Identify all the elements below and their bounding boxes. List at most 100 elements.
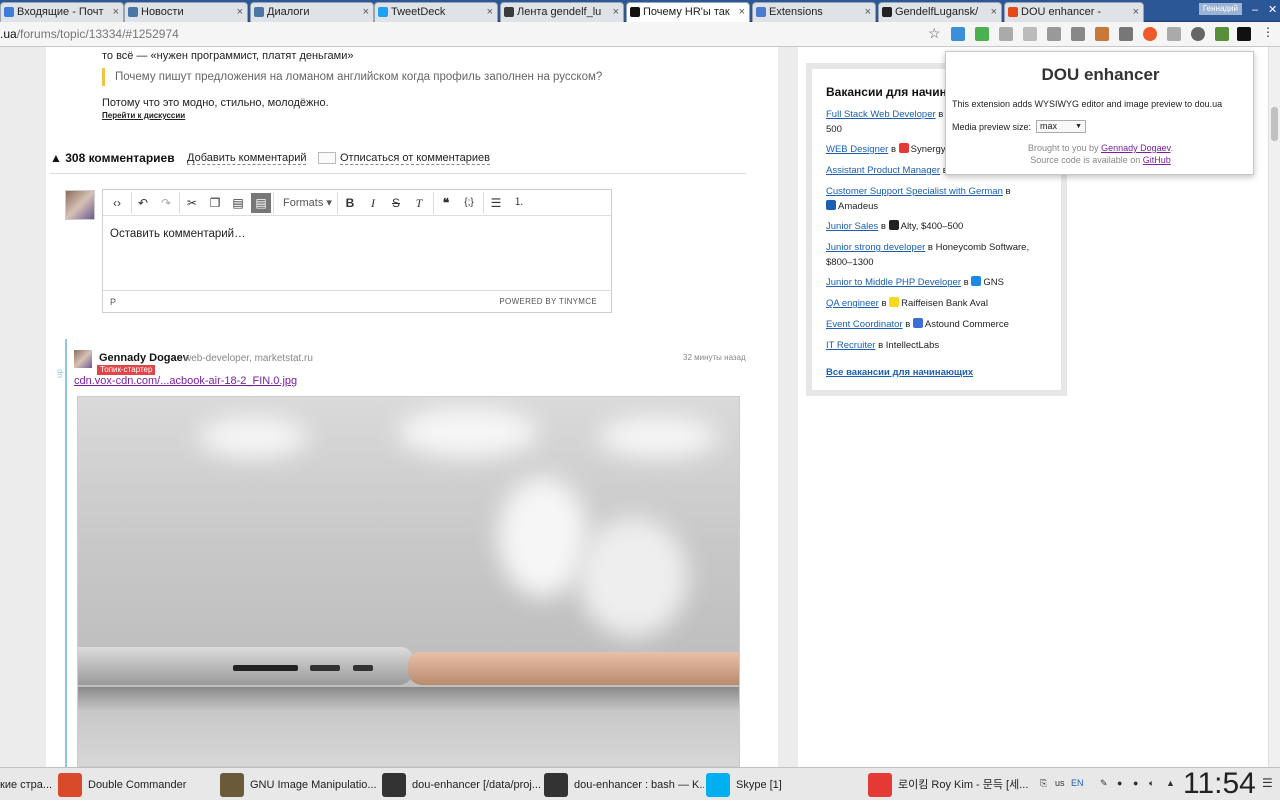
source-code-icon[interactable]: ‹› bbox=[107, 193, 127, 213]
tray-expand-icon[interactable]: ▲ bbox=[1166, 778, 1175, 788]
close-tab-icon[interactable]: × bbox=[237, 3, 243, 21]
comment-input[interactable]: Оставить комментарий… bbox=[110, 228, 246, 240]
close-tab-icon[interactable]: × bbox=[739, 3, 745, 21]
author-link[interactable]: Gennady Dogaev bbox=[1101, 143, 1170, 153]
copy-icon[interactable]: ❐ bbox=[205, 193, 225, 213]
image-preview[interactable] bbox=[77, 396, 740, 767]
browser-tab[interactable]: Диалоги × bbox=[250, 2, 374, 22]
menu-icon[interactable]: ⋮ bbox=[1262, 25, 1276, 39]
redo-icon[interactable]: ↷ bbox=[156, 193, 176, 213]
close-tab-icon[interactable]: × bbox=[613, 3, 619, 21]
keyboard-layout-indicator[interactable]: EN bbox=[1071, 778, 1084, 788]
to-discussion-link[interactable]: Перейти к дискуссии bbox=[102, 111, 185, 120]
extension-icon[interactable] bbox=[1095, 27, 1109, 41]
article-text: то всё — «нужен программист, платят день… bbox=[102, 50, 354, 62]
comment-time[interactable]: 32 минуты назад bbox=[683, 353, 746, 362]
extension-icon[interactable] bbox=[1191, 27, 1205, 41]
paste-as-text-icon[interactable]: ▤ bbox=[251, 193, 271, 213]
tab-label: TweetDeck bbox=[391, 6, 446, 18]
browser-tab[interactable]: Extensions × bbox=[752, 2, 876, 22]
clear-formatting-icon[interactable]: T bbox=[409, 193, 429, 213]
close-tab-icon[interactable]: × bbox=[487, 3, 493, 21]
browser-tab[interactable]: DOU enhancer - × bbox=[1004, 2, 1144, 22]
close-tab-icon[interactable]: × bbox=[1133, 3, 1139, 21]
job-title-link[interactable]: Junior strong developer bbox=[826, 242, 925, 253]
comments-count[interactable]: ▲ 308 комментариев bbox=[50, 151, 175, 165]
unsubscribe-link[interactable]: Отписаться от комментариев bbox=[340, 152, 490, 165]
strikethrough-icon[interactable]: S bbox=[386, 193, 406, 213]
taskbar-item[interactable]: 로이킴 Roy Kim - 문득 [세... bbox=[868, 771, 1028, 799]
job-title-link[interactable]: Full Stack Web Developer bbox=[826, 109, 936, 120]
extension-icon[interactable] bbox=[951, 27, 965, 41]
minimize-button[interactable]: – bbox=[1252, 0, 1258, 20]
taskbar-item[interactable]: dou-enhancer [/data/proj... bbox=[382, 771, 542, 799]
tray-app-icon[interactable]: ● bbox=[1133, 778, 1138, 788]
taskbar-item[interactable]: GNU Image Manipulatio... bbox=[220, 771, 380, 799]
powered-by[interactable]: POWERED BY TINYMCE bbox=[499, 297, 597, 306]
close-tab-icon[interactable]: × bbox=[991, 3, 997, 21]
job-title-link[interactable]: Junior Sales bbox=[826, 221, 878, 232]
paste-icon[interactable]: ▤ bbox=[228, 193, 248, 213]
job-title-link[interactable]: IT Recruiter bbox=[826, 340, 875, 351]
browser-tab[interactable]: GendelfLugansk/ × bbox=[878, 2, 1002, 22]
thread-side-label[interactable]: up bbox=[55, 369, 64, 378]
close-window-button[interactable]: ✕ bbox=[1268, 0, 1277, 20]
blockquote-icon[interactable]: ❝ bbox=[436, 193, 456, 213]
close-tab-icon[interactable]: × bbox=[865, 3, 871, 21]
close-tab-icon[interactable]: × bbox=[113, 3, 119, 21]
github-link[interactable]: GitHub bbox=[1143, 155, 1171, 165]
bookmark-star-icon[interactable]: ☆ bbox=[928, 25, 941, 42]
clipboard-icon[interactable]: ⎘ bbox=[1040, 778, 1047, 789]
media-size-select[interactable]: max ▼ bbox=[1036, 120, 1086, 133]
bold-icon[interactable]: B bbox=[340, 193, 360, 213]
extension-icon[interactable] bbox=[1167, 27, 1181, 41]
taskbar-item[interactable]: кие стра... bbox=[0, 771, 55, 799]
add-comment-link[interactable]: Добавить комментарий bbox=[187, 152, 307, 165]
undo-icon[interactable]: ↶ bbox=[133, 193, 153, 213]
taskbar-item[interactable]: Double Commander bbox=[58, 771, 218, 799]
close-tab-icon[interactable]: × bbox=[363, 3, 369, 21]
job-title-link[interactable]: Customer Support Specialist with German bbox=[826, 186, 1003, 197]
element-path[interactable]: P bbox=[110, 297, 116, 307]
comment-author[interactable]: Gennady Dogaev bbox=[99, 352, 189, 364]
extension-icon[interactable] bbox=[1071, 27, 1085, 41]
numbered-list-icon[interactable]: ⒈ bbox=[509, 193, 529, 213]
tray-app-icon[interactable]: ● bbox=[1117, 778, 1122, 788]
profile-badge[interactable]: Геннадий bbox=[1198, 3, 1242, 15]
job-title-link[interactable]: Junior to Middle PHP Developer bbox=[826, 277, 961, 288]
extension-icon[interactable] bbox=[1023, 27, 1037, 41]
browser-tab[interactable]: Входящие - Почт × bbox=[0, 2, 124, 22]
italic-icon[interactable]: I bbox=[363, 193, 383, 213]
extension-icon[interactable] bbox=[975, 27, 989, 41]
job-title-link[interactable]: Assistant Product Manager bbox=[826, 165, 940, 176]
show-desktop-icon[interactable]: ☰ bbox=[1262, 776, 1273, 790]
extension-icon[interactable] bbox=[1047, 27, 1061, 41]
extension-icon[interactable] bbox=[999, 27, 1013, 41]
volume-icon[interactable]: 🔈︎ bbox=[1149, 778, 1154, 789]
job-title-link[interactable]: WEB Designer bbox=[826, 144, 888, 155]
all-jobs-link[interactable]: Все вакансии для начинающих bbox=[826, 367, 973, 378]
taskbar-item[interactable]: dou-enhancer : bash — K... bbox=[544, 771, 704, 799]
keyboard-layout[interactable]: us bbox=[1055, 778, 1065, 788]
extension-icon[interactable] bbox=[1215, 27, 1229, 41]
code-block-icon[interactable]: {;} bbox=[459, 193, 479, 213]
dou-enhancer-extension-icon[interactable] bbox=[1237, 27, 1251, 41]
page-scrollbar[interactable] bbox=[1268, 47, 1280, 767]
taskbar-item[interactable]: Skype [1] bbox=[706, 771, 866, 799]
job-title-link[interactable]: Event Coordinator bbox=[826, 319, 903, 330]
job-title-link[interactable]: QA engineer bbox=[826, 298, 879, 309]
extension-icon[interactable] bbox=[1143, 27, 1157, 41]
formats-dropdown[interactable]: Formats ▾ bbox=[275, 193, 333, 213]
browser-tab[interactable]: TweetDeck × bbox=[374, 2, 498, 22]
scrollbar-thumb[interactable] bbox=[1271, 107, 1278, 141]
cut-icon[interactable]: ✂ bbox=[182, 193, 202, 213]
image-link[interactable]: cdn.vox-cdn.com/...acbook-air-18-2_FIN.0… bbox=[74, 375, 297, 387]
network-icon[interactable]: ✎ bbox=[1100, 778, 1108, 789]
extension-icon[interactable] bbox=[1119, 27, 1133, 41]
browser-tab[interactable]: Новости × bbox=[124, 2, 248, 22]
bullet-list-icon[interactable]: ☰ bbox=[486, 193, 506, 213]
browser-tab[interactable]: Лента gendelf_lu × bbox=[500, 2, 624, 22]
browser-tab[interactable]: Почему HR'ы так × bbox=[626, 2, 750, 22]
url-field[interactable]: .ua/forums/topic/13334/#1252974 bbox=[0, 25, 179, 43]
clock[interactable]: 11:54 bbox=[1183, 766, 1256, 802]
